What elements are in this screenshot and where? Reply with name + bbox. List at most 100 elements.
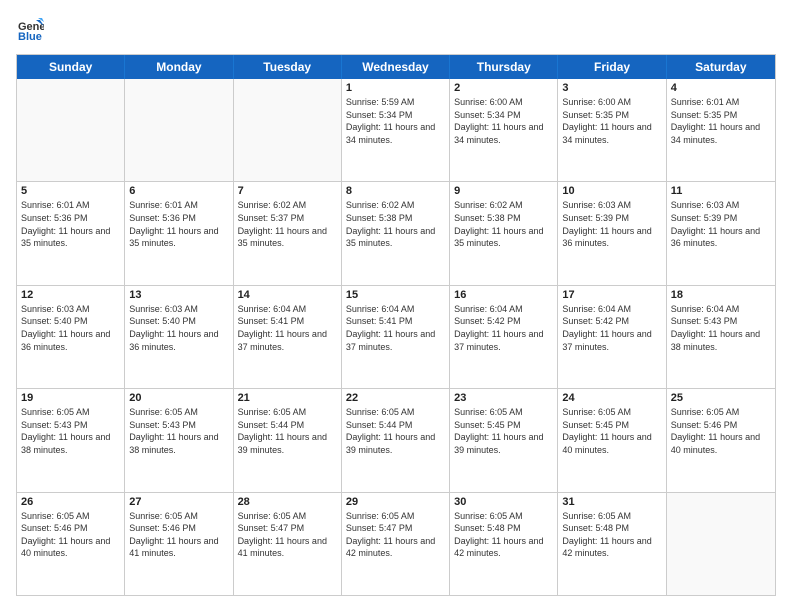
svg-text:Blue: Blue (18, 31, 42, 43)
calendar-week-4: 19Sunrise: 6:05 AM Sunset: 5:43 PM Dayli… (17, 388, 775, 491)
header-day-friday: Friday (558, 55, 666, 79)
day-number: 26 (21, 496, 120, 508)
calendar: SundayMondayTuesdayWednesdayThursdayFrid… (16, 54, 776, 596)
day-info: Sunrise: 6:01 AM Sunset: 5:36 PM Dayligh… (129, 199, 228, 249)
day-number: 13 (129, 289, 228, 301)
header-day-tuesday: Tuesday (234, 55, 342, 79)
calendar-empty-cell (17, 79, 125, 181)
header-day-saturday: Saturday (667, 55, 775, 79)
day-info: Sunrise: 6:05 AM Sunset: 5:43 PM Dayligh… (21, 406, 120, 456)
calendar-day-8: 8Sunrise: 6:02 AM Sunset: 5:38 PM Daylig… (342, 182, 450, 284)
calendar-empty-cell (667, 493, 775, 595)
day-info: Sunrise: 6:03 AM Sunset: 5:39 PM Dayligh… (671, 199, 771, 249)
calendar-day-27: 27 Sunrise: 6:05 AM Sunset: 5:46 PM Dayli… (125, 493, 233, 595)
calendar-body: 1Sunrise: 5:59 AM Sunset: 5:34 PM Daylig… (17, 79, 775, 595)
day-info: Sunrise: 6:00 AM Sunset: 5:35 PM Dayligh… (562, 96, 661, 146)
calendar-week-2: 5 Sunrise: 6:01 AM Sunset: 5:36 PM Daylig… (17, 181, 775, 284)
day-info: Sunrise: 5:59 AM Sunset: 5:34 PM Dayligh… (346, 96, 445, 146)
calendar-day-11: 11 Sunrise: 6:03 AM Sunset: 5:39 PM Dayli… (667, 182, 775, 284)
calendar-day-3: 3 Sunrise: 6:00 AM Sunset: 5:35 PM Daylig… (558, 79, 666, 181)
day-info: Sunrise: 6:05 AM Sunset: 5:43 PM Dayligh… (129, 406, 228, 456)
day-number: 31 (562, 496, 661, 508)
day-number: 7 (238, 185, 337, 197)
day-number: 30 (454, 496, 553, 508)
calendar-day-7: 7 Sunrise: 6:02 AM Sunset: 5:37 PM Daylig… (234, 182, 342, 284)
header-day-sunday: Sunday (17, 55, 125, 79)
header-day-thursday: Thursday (450, 55, 558, 79)
day-number: 11 (671, 185, 771, 197)
calendar-day-14: 14 Sunrise: 6:04 AM Sunset: 5:41 PM Dayli… (234, 286, 342, 388)
day-info: Sunrise: 6:05 AM Sunset: 5:46 PM Dayligh… (129, 510, 228, 560)
day-number: 16 (454, 289, 553, 301)
day-info: Sunrise: 6:05 AM Sunset: 5:47 PM Dayligh… (346, 510, 445, 560)
logo: General Blue (16, 16, 48, 44)
calendar-day-18: 18 Sunrise: 6:04 AM Sunset: 5:43 PM Dayli… (667, 286, 775, 388)
day-number: 24 (562, 392, 661, 404)
day-number: 29 (346, 496, 445, 508)
header-day-monday: Monday (125, 55, 233, 79)
calendar-day-24: 24 Sunrise: 6:05 AM Sunset: 5:45 PM Dayli… (558, 389, 666, 491)
calendar-day-2: 2Sunrise: 6:00 AM Sunset: 5:34 PM Daylig… (450, 79, 558, 181)
day-info: Sunrise: 6:05 AM Sunset: 5:47 PM Dayligh… (238, 510, 337, 560)
calendar-day-9: 9 Sunrise: 6:02 AM Sunset: 5:38 PM Daylig… (450, 182, 558, 284)
day-info: Sunrise: 6:04 AM Sunset: 5:41 PM Dayligh… (238, 303, 337, 353)
day-info: Sunrise: 6:05 AM Sunset: 5:48 PM Dayligh… (562, 510, 661, 560)
day-info: Sunrise: 6:05 AM Sunset: 5:45 PM Dayligh… (562, 406, 661, 456)
page-header: General Blue (16, 16, 776, 44)
calendar-day-26: 26 Sunrise: 6:05 AM Sunset: 5:46 PM Dayli… (17, 493, 125, 595)
day-info: Sunrise: 6:05 AM Sunset: 5:48 PM Dayligh… (454, 510, 553, 560)
calendar-week-3: 12 Sunrise: 6:03 AM Sunset: 5:40 PM Dayli… (17, 285, 775, 388)
calendar-week-5: 26 Sunrise: 6:05 AM Sunset: 5:46 PM Dayli… (17, 492, 775, 595)
calendar-day-20: 20 Sunrise: 6:05 AM Sunset: 5:43 PM Dayli… (125, 389, 233, 491)
day-number: 14 (238, 289, 337, 301)
calendar-day-10: 10 Sunrise: 6:03 AM Sunset: 5:39 PM Dayli… (558, 182, 666, 284)
day-info: Sunrise: 6:00 AM Sunset: 5:34 PM Dayligh… (454, 96, 553, 146)
calendar-day-15: 15 Sunrise: 6:04 AM Sunset: 5:41 PM Dayli… (342, 286, 450, 388)
day-info: Sunrise: 6:05 AM Sunset: 5:46 PM Dayligh… (671, 406, 771, 456)
logo-icon: General Blue (16, 16, 44, 44)
calendar-empty-cell (125, 79, 233, 181)
day-number: 5 (21, 185, 120, 197)
day-number: 12 (21, 289, 120, 301)
day-info: Sunrise: 6:04 AM Sunset: 5:42 PM Dayligh… (562, 303, 661, 353)
calendar-day-30: 30 Sunrise: 6:05 AM Sunset: 5:48 PM Dayli… (450, 493, 558, 595)
day-info: Sunrise: 6:01 AM Sunset: 5:36 PM Dayligh… (21, 199, 120, 249)
day-info: Sunrise: 6:02 AM Sunset: 5:38 PM Dayligh… (454, 199, 553, 249)
day-number: 20 (129, 392, 228, 404)
calendar-day-4: 4 Sunrise: 6:01 AM Sunset: 5:35 PM Daylig… (667, 79, 775, 181)
day-info: Sunrise: 6:02 AM Sunset: 5:38 PM Dayligh… (346, 199, 445, 249)
day-number: 3 (562, 82, 661, 94)
day-number: 18 (671, 289, 771, 301)
day-number: 4 (671, 82, 771, 94)
calendar-empty-cell (234, 79, 342, 181)
calendar-day-16: 16Sunrise: 6:04 AM Sunset: 5:42 PM Dayli… (450, 286, 558, 388)
calendar-day-23: 23 Sunrise: 6:05 AM Sunset: 5:45 PM Dayli… (450, 389, 558, 491)
day-info: Sunrise: 6:01 AM Sunset: 5:35 PM Dayligh… (671, 96, 771, 146)
calendar-day-22: 22 Sunrise: 6:05 AM Sunset: 5:44 PM Dayli… (342, 389, 450, 491)
calendar-day-31: 31 Sunrise: 6:05 AM Sunset: 5:48 PM Dayli… (558, 493, 666, 595)
day-number: 27 (129, 496, 228, 508)
calendar-day-17: 17Sunrise: 6:04 AM Sunset: 5:42 PM Dayli… (558, 286, 666, 388)
day-number: 22 (346, 392, 445, 404)
day-info: Sunrise: 6:03 AM Sunset: 5:40 PM Dayligh… (129, 303, 228, 353)
day-info: Sunrise: 6:05 AM Sunset: 5:45 PM Dayligh… (454, 406, 553, 456)
day-info: Sunrise: 6:04 AM Sunset: 5:41 PM Dayligh… (346, 303, 445, 353)
day-info: Sunrise: 6:05 AM Sunset: 5:46 PM Dayligh… (21, 510, 120, 560)
calendar-header: SundayMondayTuesdayWednesdayThursdayFrid… (17, 55, 775, 79)
header-day-wednesday: Wednesday (342, 55, 450, 79)
day-number: 9 (454, 185, 553, 197)
calendar-day-25: 25Sunrise: 6:05 AM Sunset: 5:46 PM Dayli… (667, 389, 775, 491)
day-number: 15 (346, 289, 445, 301)
day-info: Sunrise: 6:04 AM Sunset: 5:43 PM Dayligh… (671, 303, 771, 353)
calendar-day-19: 19Sunrise: 6:05 AM Sunset: 5:43 PM Dayli… (17, 389, 125, 491)
calendar-day-1: 1Sunrise: 5:59 AM Sunset: 5:34 PM Daylig… (342, 79, 450, 181)
day-number: 23 (454, 392, 553, 404)
day-number: 10 (562, 185, 661, 197)
day-info: Sunrise: 6:02 AM Sunset: 5:37 PM Dayligh… (238, 199, 337, 249)
calendar-day-21: 21Sunrise: 6:05 AM Sunset: 5:44 PM Dayli… (234, 389, 342, 491)
day-info: Sunrise: 6:05 AM Sunset: 5:44 PM Dayligh… (346, 406, 445, 456)
day-info: Sunrise: 6:03 AM Sunset: 5:39 PM Dayligh… (562, 199, 661, 249)
day-number: 6 (129, 185, 228, 197)
calendar-day-13: 13 Sunrise: 6:03 AM Sunset: 5:40 PM Dayli… (125, 286, 233, 388)
calendar-day-6: 6 Sunrise: 6:01 AM Sunset: 5:36 PM Daylig… (125, 182, 233, 284)
